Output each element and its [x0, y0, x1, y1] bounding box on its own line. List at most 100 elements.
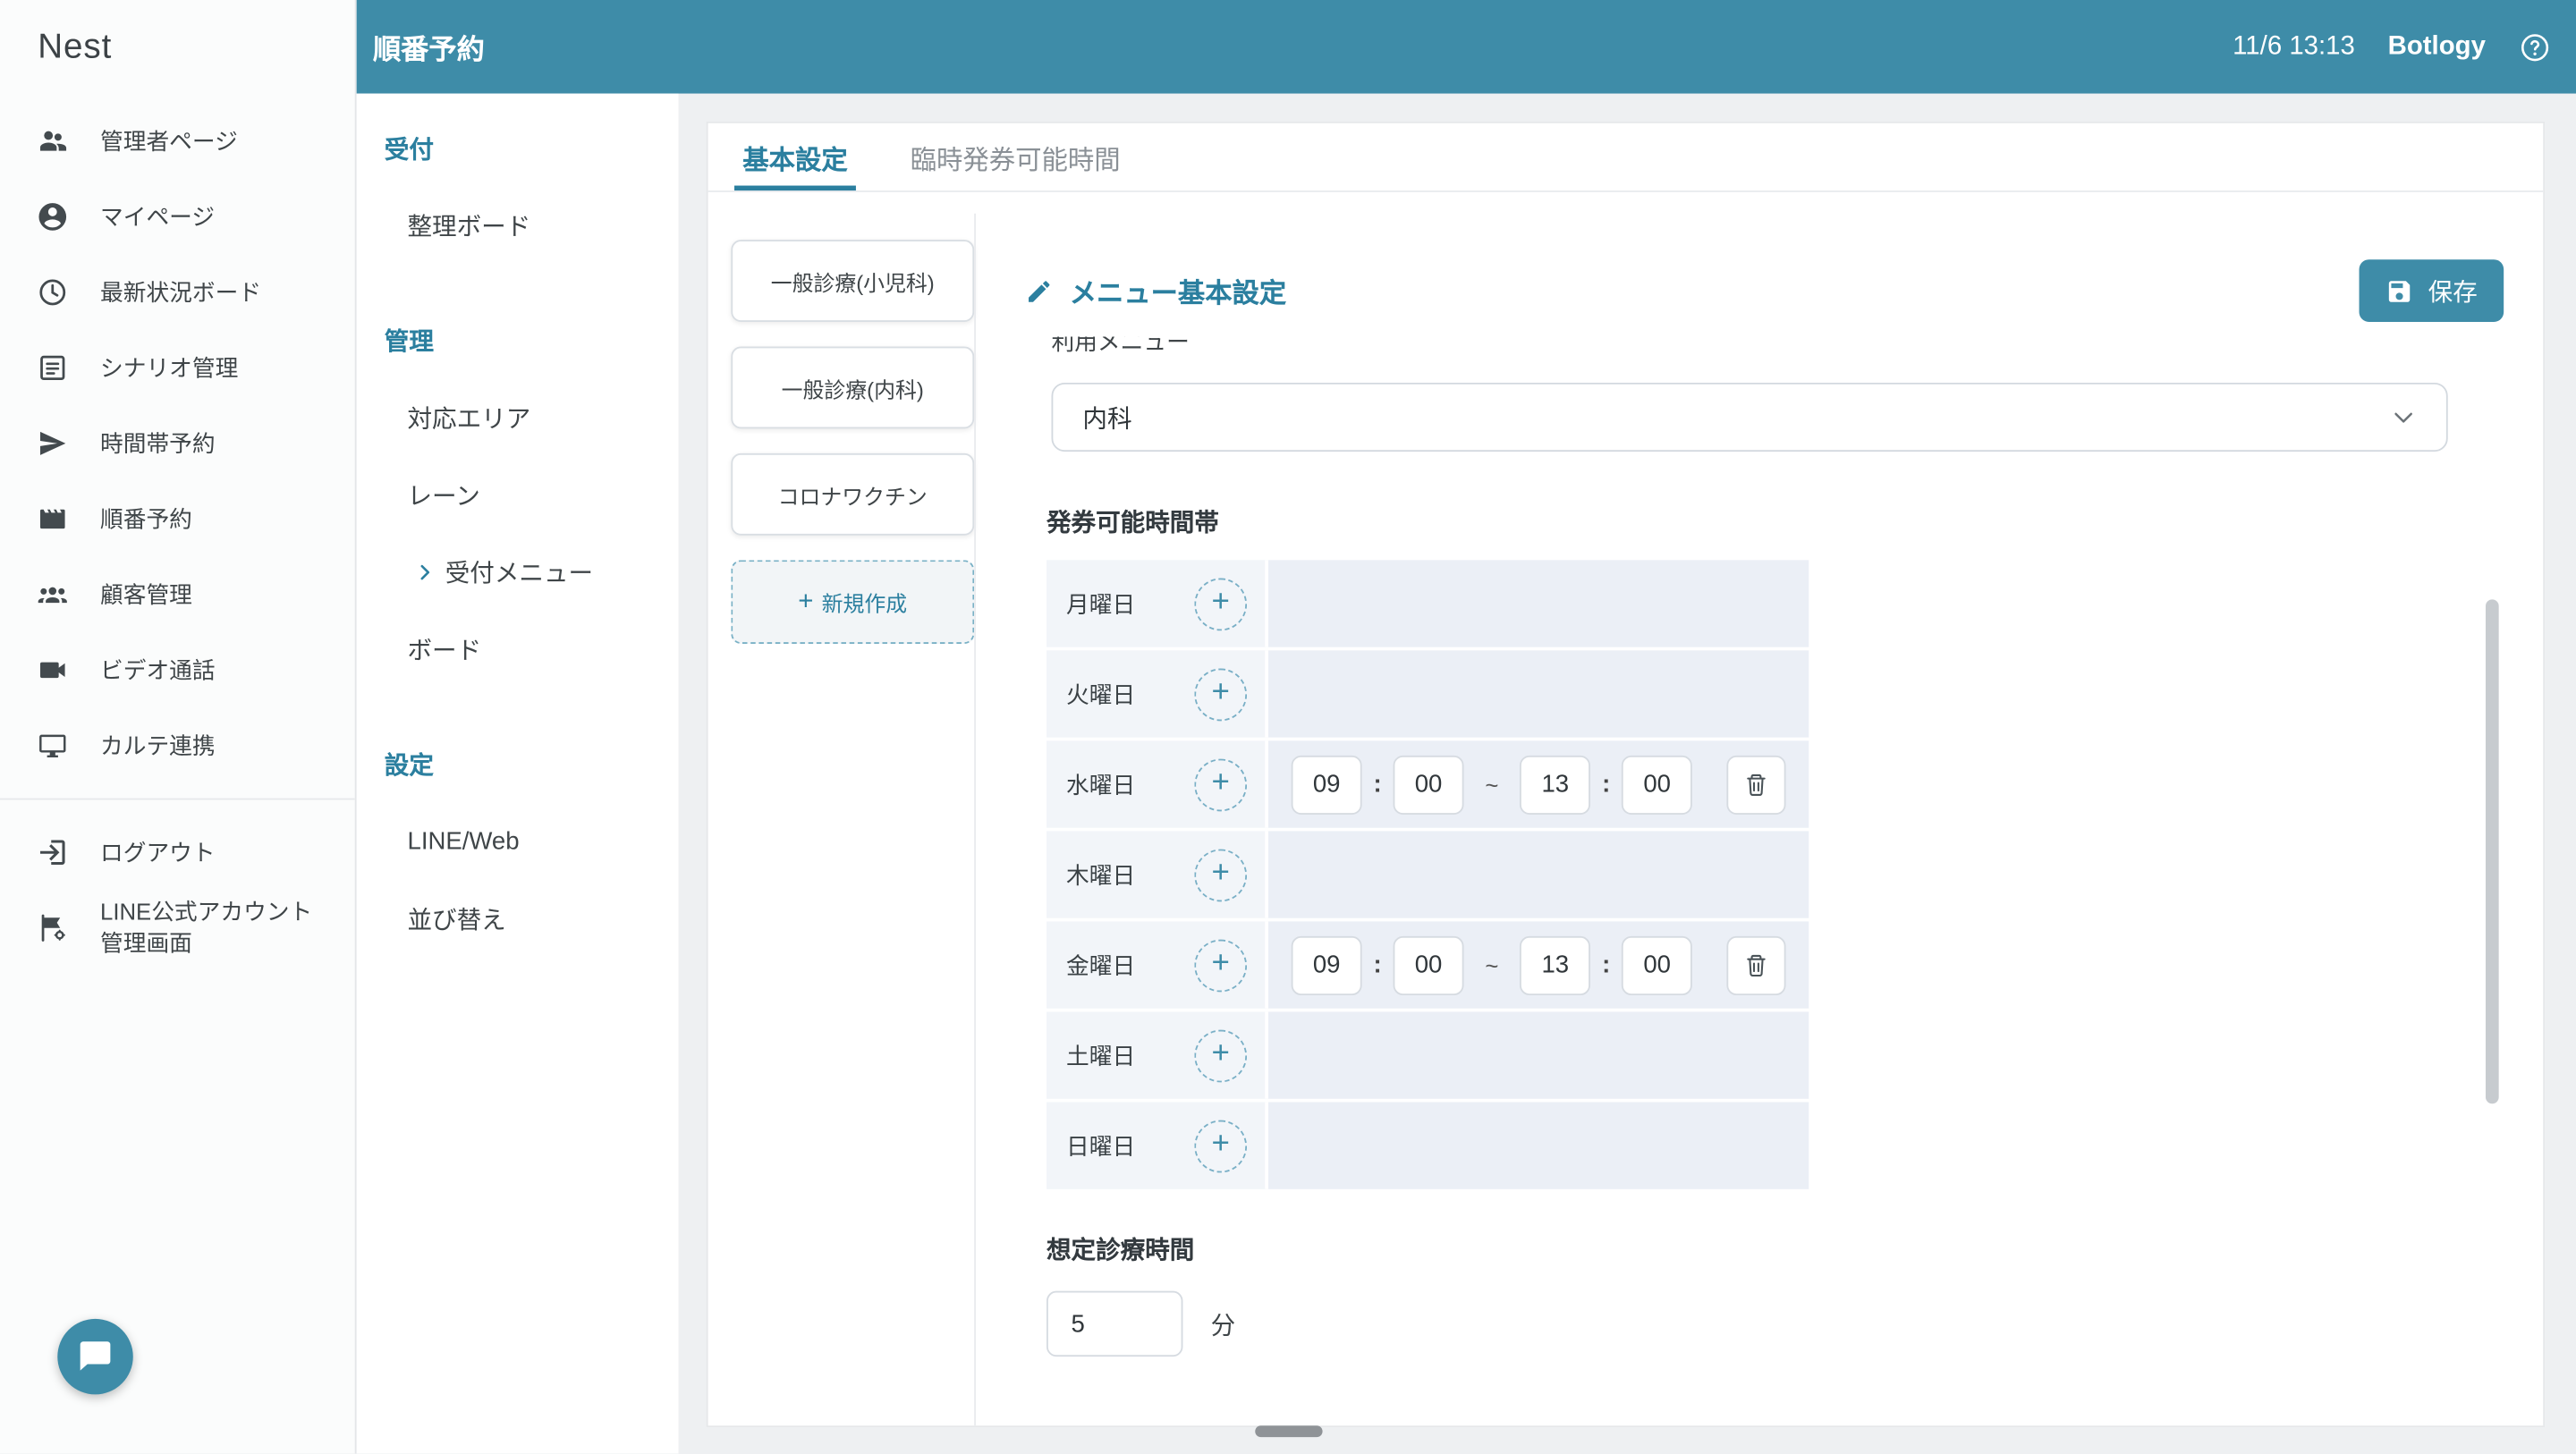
day-cell: 月曜日+ — [1046, 560, 1265, 647]
slot-end-hour-input[interactable] — [1520, 755, 1590, 814]
sidebar-item-label: 順番予約 — [100, 503, 192, 535]
person-circle-icon — [36, 200, 69, 233]
ticket-icon — [36, 503, 69, 536]
slot-end-minute-input[interactable] — [1622, 755, 1692, 814]
day-label: 金曜日 — [1066, 949, 1135, 982]
help-icon[interactable] — [2519, 30, 2552, 63]
add-slot-button[interactable]: + — [1194, 849, 1247, 901]
save-button[interactable]: 保存 — [2360, 259, 2504, 322]
add-slot-button[interactable]: + — [1194, 1029, 1247, 1082]
create-menu-button[interactable]: +新規作成 — [731, 560, 974, 644]
add-slot-button[interactable]: + — [1194, 668, 1247, 721]
sidebar-divider — [0, 799, 355, 800]
subsidebar-item-label: 整理ボード — [408, 208, 531, 243]
subsidebar-item[interactable]: 整理ボード — [357, 187, 679, 264]
save-icon — [2385, 276, 2413, 304]
subsidebar-item[interactable]: 受付メニュー — [357, 534, 679, 611]
sub-sidebar: 受付整理ボード管理対応エリアレーン受付メニューボード設定LINE/Web並び替え — [357, 94, 679, 1454]
panel-title-row: メニュー基本設定 — [1025, 271, 1286, 310]
duration-label: 想定診療時間 — [1046, 1232, 2504, 1267]
add-slot-button[interactable]: + — [1194, 758, 1247, 811]
sidebar-item-label: 最新状況ボード — [100, 276, 261, 308]
day-cell: 火曜日 + — [1046, 650, 1265, 737]
tab[interactable]: 基本設定 — [740, 123, 852, 190]
app-header: 順番予約 11/6 13:13 Botlogy — [357, 0, 2576, 94]
clock-icon — [36, 276, 69, 309]
subsidebar-section-heading: 管理 — [357, 302, 679, 379]
sidebar-item[interactable]: 顧客管理 — [0, 557, 355, 632]
sidebar-nav: 管理者ページマイページ最新状況ボードシナリオ管理時間帯予約順番予約顧客管理ビデオ… — [0, 104, 355, 966]
desktop-icon — [36, 730, 69, 763]
slot-start-hour-input[interactable] — [1292, 755, 1362, 814]
sidebar-item[interactable]: 最新状況ボード — [0, 255, 355, 330]
time-separator: : — [1374, 951, 1382, 978]
add-slot-button[interactable]: + — [1194, 1120, 1247, 1172]
subsidebar-item-label: 受付メニュー — [445, 555, 593, 590]
flag-gear-icon — [36, 911, 69, 944]
sidebar-item-label: ビデオ通話 — [100, 655, 216, 686]
settings-panel: メニュー基本設定 保存 利用メニュー — [974, 214, 2543, 1426]
sidebar-item[interactable]: カルテ連携 — [0, 708, 355, 783]
slot-area — [1265, 1102, 1809, 1188]
add-slot-button[interactable]: + — [1194, 939, 1247, 992]
sidebar-item[interactable]: 順番予約 — [0, 481, 355, 556]
tab[interactable]: 臨時発券可能時間 — [907, 123, 1123, 190]
slot-area: :~: — [1265, 921, 1809, 1008]
duration-unit: 分 — [1211, 1306, 1236, 1341]
sidebar-item[interactable]: 管理者ページ — [0, 104, 355, 179]
slot-end-minute-input[interactable] — [1622, 935, 1692, 994]
brand-name: Botlogy — [2388, 32, 2486, 62]
save-label: 保存 — [2428, 274, 2478, 309]
chevron-down-icon — [2390, 404, 2416, 430]
panel-header: メニュー基本設定 保存 — [1025, 259, 2504, 322]
day-row: 土曜日 + — [1046, 1011, 1809, 1098]
menu-item-button[interactable]: コロナワクチン — [731, 453, 974, 536]
delete-slot-button[interactable] — [1727, 935, 1786, 994]
chevron-right-icon — [414, 562, 436, 583]
send-icon — [36, 427, 69, 461]
day-cell: 金曜日 + — [1046, 921, 1265, 1008]
day-label: 火曜日 — [1066, 678, 1135, 711]
day-row: 水曜日+:~: — [1046, 740, 1809, 827]
department-select[interactable]: 内科 — [1052, 383, 2448, 452]
tab-bar: 基本設定臨時発券可能時間 — [708, 123, 2544, 192]
duration-input[interactable] — [1046, 1291, 1182, 1357]
subsidebar-item[interactable]: ボード — [357, 611, 679, 688]
clipped-field-text: 利用メニュー — [1052, 337, 2504, 353]
add-slot-button[interactable]: + — [1194, 578, 1247, 630]
day-label: 土曜日 — [1066, 1039, 1135, 1072]
subsidebar-section-heading: 設定 — [357, 726, 679, 803]
sidebar-item[interactable]: ビデオ通話 — [0, 632, 355, 707]
panel-title: メニュー基本設定 — [1070, 271, 1286, 310]
slot-start-minute-input[interactable] — [1394, 935, 1464, 994]
sidebar-item[interactable]: LINE公式アカウント 管理画面 — [0, 891, 355, 966]
slot-start-minute-input[interactable] — [1394, 755, 1464, 814]
subsidebar-item[interactable]: 並び替え — [357, 880, 679, 957]
subsidebar-item[interactable]: 対応エリア — [357, 379, 679, 456]
duration-row: 分 — [1046, 1291, 2504, 1357]
trash-icon — [1743, 951, 1769, 977]
slot-end-hour-input[interactable] — [1520, 935, 1590, 994]
slot-start-hour-input[interactable] — [1292, 935, 1362, 994]
sidebar-item[interactable]: 時間帯予約 — [0, 406, 355, 481]
subsidebar-item-label: 並び替え — [408, 901, 506, 936]
sidebar-item[interactable]: マイページ — [0, 179, 355, 254]
day-row: 火曜日 + — [1046, 650, 1809, 737]
sidebar-item[interactable]: ログアウト — [0, 815, 355, 890]
menu-item-button[interactable]: 一般診療(小児科) — [731, 240, 974, 322]
page-title: 順番予約 — [373, 26, 485, 67]
subsidebar-item-label: 対応エリア — [408, 401, 531, 435]
vertical-scrollbar-thumb[interactable] — [2486, 599, 2499, 1103]
day-label: 木曜日 — [1066, 858, 1135, 892]
horizontal-scrollbar-thumb[interactable] — [1255, 1425, 1322, 1437]
chat-icon — [77, 1340, 113, 1375]
day-table: 月曜日+火曜日+水曜日+:~:木曜日+金曜日+:~:土曜日+日曜日+ — [1046, 560, 1809, 1188]
chat-fab[interactable] — [57, 1320, 132, 1395]
sidebar-item[interactable]: シナリオ管理 — [0, 330, 355, 405]
subsidebar-item[interactable]: レーン — [357, 457, 679, 534]
delete-slot-button[interactable] — [1727, 755, 1786, 814]
plus-icon: + — [798, 588, 813, 614]
subsidebar-item[interactable]: LINE/Web — [357, 803, 679, 880]
time-separator: : — [1602, 770, 1610, 798]
menu-item-button[interactable]: 一般診療(内科) — [731, 347, 974, 429]
